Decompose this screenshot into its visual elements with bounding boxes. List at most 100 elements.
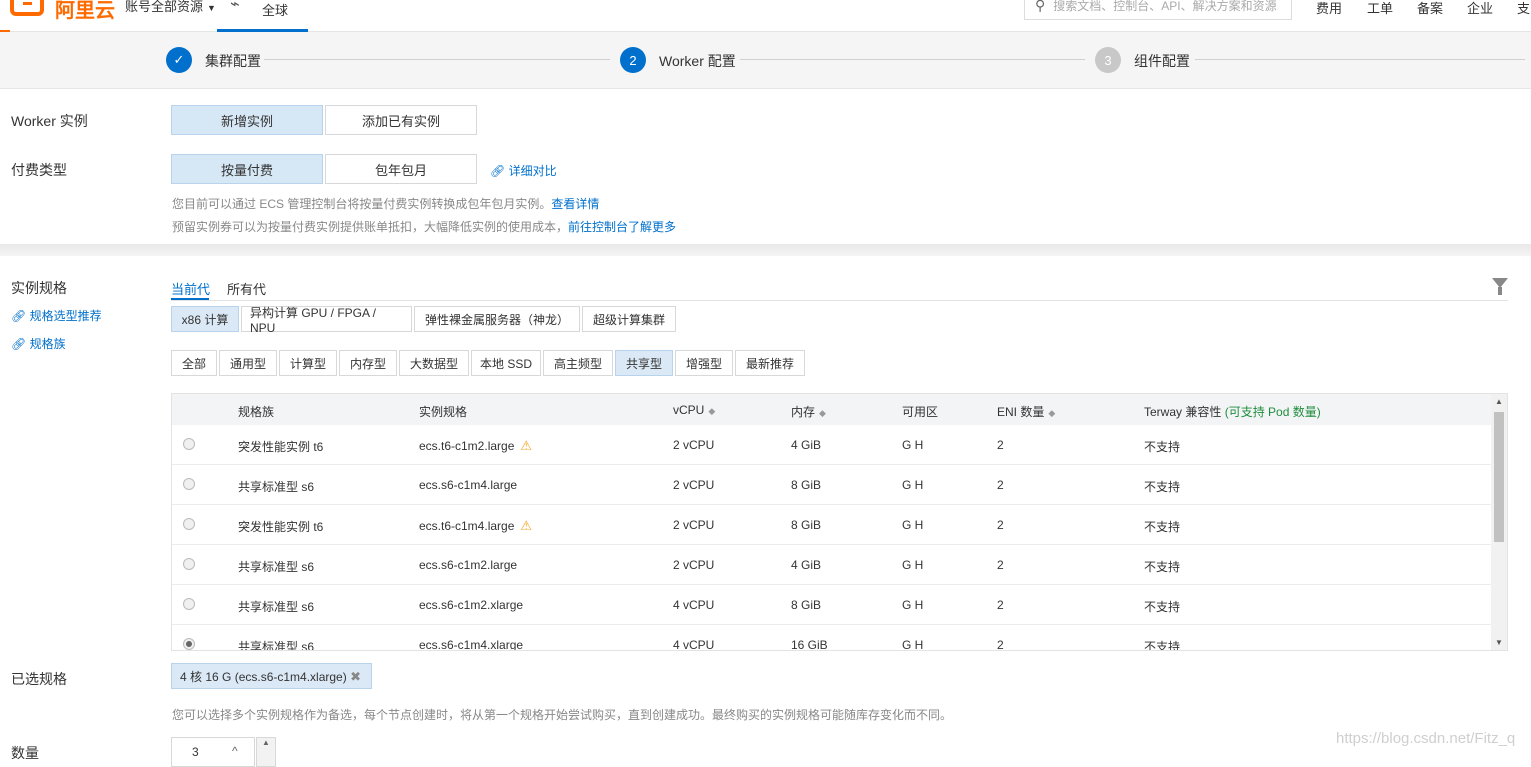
add-existing-instance-button[interactable]: 添加已有实例 bbox=[325, 105, 477, 135]
category-tab-local-ssd[interactable]: 本地 SSD bbox=[471, 350, 541, 376]
cell-spec-text: ecs.s6-c1m2.xlarge bbox=[419, 598, 524, 612]
cell-zone-text: G H bbox=[902, 438, 924, 452]
search-icon: ⚲ bbox=[1035, 0, 1046, 13]
arch-tab-super-computing[interactable]: 超级计算集群 bbox=[582, 306, 676, 332]
table-row[interactable]: 共享标准型 s6 ecs.s6-c1m2.xlarge 4 vCPU 8 GiB G H… bbox=[172, 585, 1492, 625]
tab-all-generations[interactable]: 所有代 bbox=[227, 279, 266, 298]
cell-eni: 2 bbox=[997, 478, 1004, 492]
nav-link-tickets[interactable]: 工单 bbox=[1367, 0, 1393, 17]
filter-icon[interactable] bbox=[1492, 278, 1508, 295]
col-eni[interactable]: ENI 数量 ◆ bbox=[997, 403, 1055, 420]
spec-family-link[interactable]: 🔗︎ 规格族 bbox=[11, 335, 66, 352]
cell-zone: G H bbox=[902, 558, 923, 572]
cell-vcpu: 4 vCPU bbox=[673, 598, 714, 612]
col-vcpu[interactable]: vCPU ◆ bbox=[673, 403, 715, 417]
cell-spec: ecs.t6-c1m2.large ⚠ bbox=[419, 438, 532, 454]
compare-link[interactable]: 🔗︎ 详细对比 bbox=[490, 162, 557, 179]
category-tab-shared[interactable]: 共享型 bbox=[615, 350, 673, 376]
chevron-up-icon[interactable]: ^ bbox=[232, 744, 238, 758]
tab-current-generation[interactable]: 当前代 bbox=[171, 279, 210, 298]
cell-eni-text: 2 bbox=[997, 638, 1004, 651]
category-tab-big-data[interactable]: 大数据型 bbox=[399, 350, 469, 376]
nav-link-support[interactable]: 支 bbox=[1517, 0, 1530, 17]
arch-tab-heterogeneous[interactable]: 异构计算 GPU / FPGA / NPU bbox=[241, 306, 412, 335]
cell-eni: 2 bbox=[997, 638, 1004, 651]
watermark: https://blog.csdn.net/Fitz_q bbox=[1336, 730, 1516, 747]
row-radio[interactable] bbox=[183, 598, 195, 610]
sort-icon: ◆ bbox=[819, 408, 826, 418]
category-tab-latest[interactable]: 最新推荐 bbox=[735, 350, 805, 376]
region-selector[interactable]: 全球 bbox=[262, 0, 288, 19]
category-tab-compute[interactable]: 计算型 bbox=[279, 350, 337, 376]
table-row[interactable]: 共享标准型 s6 ecs.s6-c1m4.xlarge 4 vCPU 16 GiB G … bbox=[172, 625, 1492, 651]
cell-family: 共享标准型 s6 bbox=[238, 598, 314, 615]
nav-link-billing[interactable]: 费用 bbox=[1316, 0, 1342, 17]
cell-spec-text: ecs.s6-c1m2.large bbox=[419, 558, 518, 572]
cell-memory-text: 16 GiB bbox=[791, 638, 828, 651]
cell-memory-text: 8 GiB bbox=[791, 518, 822, 532]
cell-eni: 2 bbox=[997, 558, 1004, 572]
pay-as-you-go-button[interactable]: 按量付费 bbox=[171, 154, 323, 184]
cell-terway: 不支持 bbox=[1144, 638, 1181, 651]
row-radio[interactable] bbox=[183, 438, 195, 450]
cell-family: 突发性能实例 t6 bbox=[238, 438, 323, 455]
stepper-up-icon[interactable]: ▲ bbox=[262, 738, 270, 747]
spec-recommend-link[interactable]: 🔗︎ 规格选型推荐 bbox=[11, 307, 102, 324]
cell-family-text: 共享标准型 s6 bbox=[238, 640, 315, 651]
scrollbar-thumb[interactable] bbox=[1494, 412, 1504, 542]
close-icon[interactable]: ✖ bbox=[350, 669, 361, 685]
arch-tab-x86[interactable]: x86 计算 bbox=[171, 306, 239, 332]
resource-selector[interactable]: 账号全部资源 ▼ bbox=[125, 0, 216, 15]
cell-terway-text: 不支持 bbox=[1144, 640, 1181, 651]
quantity-input[interactable]: 3 ^ bbox=[171, 737, 255, 767]
cell-eni-text: 2 bbox=[997, 438, 1004, 452]
cell-memory: 8 GiB bbox=[791, 518, 821, 532]
link-icon: 🔗︎ bbox=[11, 309, 27, 323]
cell-family: 共享标准型 s6 bbox=[238, 478, 314, 495]
view-details-link[interactable]: 查看详情 bbox=[551, 197, 599, 211]
quantity-stepper[interactable]: ▲ bbox=[256, 737, 276, 767]
category-tab-all[interactable]: 全部 bbox=[171, 350, 217, 376]
category-tab-general[interactable]: 通用型 bbox=[219, 350, 277, 376]
table-row[interactable]: 共享标准型 s6 ecs.s6-c1m2.large 2 vCPU 4 GiB G H 2… bbox=[172, 545, 1492, 585]
cell-terway: 不支持 bbox=[1144, 558, 1180, 575]
row-radio[interactable] bbox=[183, 638, 195, 650]
table-row[interactable]: 突发性能实例 t6 ecs.t6-c1m4.large ⚠ 2 vCPU 8 GiB G … bbox=[172, 505, 1492, 545]
billing-type-label: 付费类型 bbox=[11, 162, 67, 178]
cell-vcpu-text: 2 vCPU bbox=[673, 438, 715, 452]
col-memory[interactable]: 内存 ◆ bbox=[791, 403, 826, 420]
arch-tab-bare-metal[interactable]: 弹性裸金属服务器（神龙） bbox=[414, 306, 580, 332]
step-connector bbox=[1195, 59, 1525, 60]
table-header: 规格族 实例规格 vCPU ◆ 内存 ◆ 可用区 ENI 数量 ◆ Terway 兼容… bbox=[172, 394, 1492, 425]
category-tab-high-frequency[interactable]: 高主频型 bbox=[543, 350, 613, 376]
row-radio[interactable] bbox=[183, 518, 195, 530]
cell-terway: 不支持 bbox=[1144, 478, 1180, 495]
col-eni-label: ENI 数量 bbox=[997, 405, 1045, 419]
search-input[interactable]: ⚲ 搜索文档、控制台、API、解决方案和资源 bbox=[1024, 0, 1292, 20]
category-tab-enhanced[interactable]: 增强型 bbox=[675, 350, 733, 376]
scroll-down-icon[interactable]: ▼ bbox=[1495, 638, 1503, 647]
cell-zone-text: G H bbox=[902, 558, 924, 572]
col-spec: 实例规格 bbox=[419, 405, 468, 419]
col-terway: Terway 兼容性 (可支持 Pod 数量) bbox=[1144, 403, 1321, 420]
new-instance-button[interactable]: 新增实例 bbox=[171, 105, 323, 135]
table-row[interactable]: 共享标准型 s6 ecs.s6-c1m4.large 2 vCPU 8 GiB G H 2… bbox=[172, 465, 1492, 505]
row-radio[interactable] bbox=[183, 558, 195, 570]
scroll-up-icon[interactable]: ▲ bbox=[1495, 397, 1503, 406]
table-row[interactable]: 突发性能实例 t6 ecs.t6-c1m2.large ⚠ 2 vCPU 4 GiB G … bbox=[172, 425, 1492, 465]
nav-link-enterprise[interactable]: 企业 bbox=[1467, 0, 1493, 17]
table-scrollbar[interactable]: ▲ ▼ bbox=[1491, 394, 1507, 650]
cell-memory-text: 8 GiB bbox=[791, 598, 822, 612]
reserved-instance-link[interactable]: 前往控制台了解更多 bbox=[568, 220, 676, 234]
col-zone: 可用区 bbox=[902, 405, 939, 419]
cell-spec-text: ecs.t6-c1m4.large bbox=[419, 519, 515, 533]
billing-hint-2: 预留实例券可以为按量付费实例提供账单抵扣，大幅降低实例的使用成本，前往控制台了解… bbox=[172, 218, 676, 235]
row-radio[interactable] bbox=[183, 478, 195, 490]
cell-family-text: 共享标准型 s6 bbox=[238, 560, 315, 574]
aliyun-logo[interactable]: 阿里云 bbox=[0, 0, 115, 32]
subscription-button[interactable]: 包年包月 bbox=[325, 154, 477, 184]
category-tab-memory[interactable]: 内存型 bbox=[339, 350, 397, 376]
cell-zone-text: G H bbox=[902, 638, 924, 651]
nav-link-icp[interactable]: 备案 bbox=[1417, 0, 1443, 17]
link-icon: 🔗︎ bbox=[490, 164, 506, 178]
